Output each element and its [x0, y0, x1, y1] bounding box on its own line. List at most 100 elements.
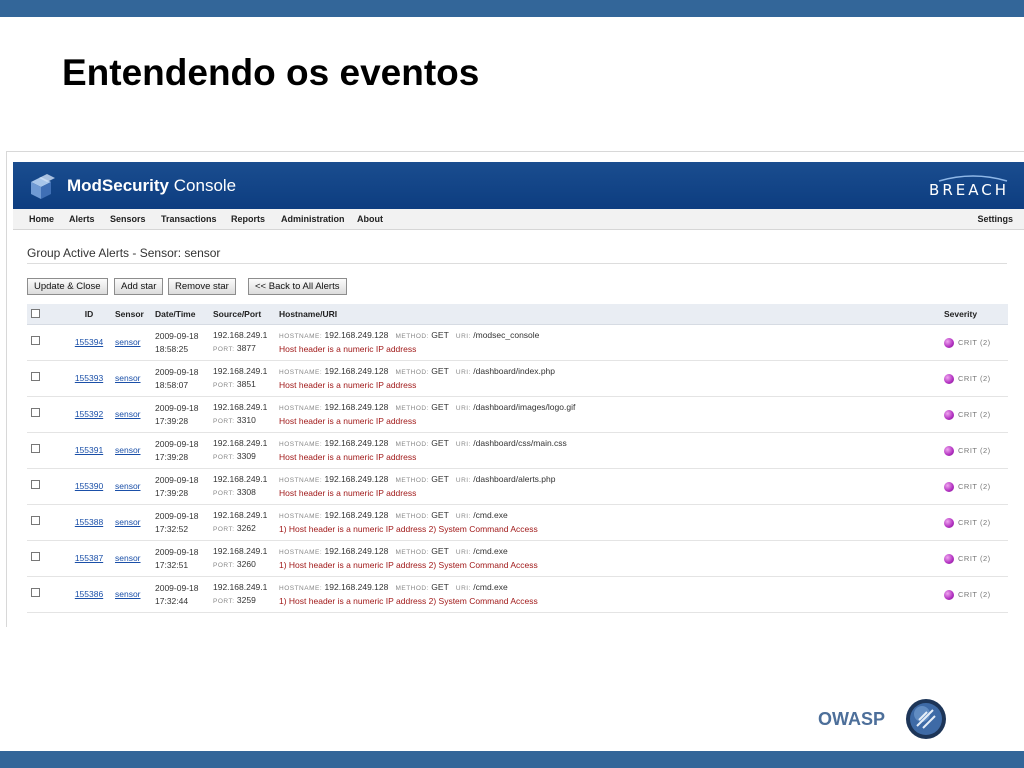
sensor-link[interactable]: sensor	[115, 337, 141, 347]
source-ip: 192.168.249.1	[213, 546, 268, 556]
alert-id-link[interactable]: 155386	[75, 589, 103, 599]
row-checkbox[interactable]	[31, 480, 40, 489]
app-name-bold: ModSecurity	[67, 176, 170, 195]
row-select-cell	[27, 324, 67, 361]
severity-dot-icon	[944, 445, 954, 456]
row-select-cell	[27, 468, 67, 505]
severity-dot-icon	[944, 337, 954, 348]
hostname-uri-cell: HOSTNAME: 192.168.249.128 METHOD: GET UR…	[275, 576, 940, 613]
sensor-link[interactable]: sensor	[115, 553, 141, 563]
sensor-link[interactable]: sensor	[115, 445, 141, 455]
alert-date: 2009-09-18	[155, 402, 199, 413]
source-header[interactable]: Source/Port	[209, 304, 275, 325]
alert-time: 18:58:25	[155, 343, 189, 354]
hostname-value: 192.168.249.128	[325, 625, 389, 628]
table-row[interactable]: 155386 sensor 2009-09-18 17:32:44 192.168.24…	[27, 576, 1008, 613]
sensor-cell	[111, 612, 151, 627]
back-to-all-alerts-button[interactable]: << Back to All Alerts	[248, 278, 347, 295]
alert-message: Host header is a numeric IP address	[279, 344, 417, 354]
source-ip: 192.168.249.1	[213, 624, 271, 627]
table-row[interactable]: 2009-09-18 192.168.249.1 HOSTNAME: 192.168…	[27, 612, 1008, 628]
sensor-header[interactable]: Sensor	[111, 304, 151, 325]
row-checkbox[interactable]	[31, 408, 40, 417]
method-value: GET	[431, 366, 449, 376]
sensor-link[interactable]: sensor	[115, 517, 141, 527]
hostname-caption: HOSTNAME:	[279, 369, 323, 376]
method-caption: METHOD:	[395, 369, 429, 376]
nav-settings[interactable]: Settings	[977, 214, 1013, 224]
sensor-link[interactable]: sensor	[115, 481, 141, 491]
source-cell: 192.168.249.1 PORT: 3308	[209, 468, 275, 505]
uri-caption: URI:	[455, 441, 471, 448]
datetime-header[interactable]: Date/Time	[151, 304, 209, 325]
id-header[interactable]: ID	[67, 304, 111, 325]
row-checkbox[interactable]	[31, 516, 40, 525]
alert-id-link[interactable]: 155388	[75, 517, 103, 527]
method-caption: METHOD:	[395, 441, 429, 448]
alert-time: 17:39:28	[155, 415, 189, 426]
alert-message: Host header is a numeric IP address	[279, 416, 417, 426]
alert-message: Host header is a numeric IP address	[279, 380, 417, 390]
severity-header[interactable]: Severity	[940, 304, 1008, 325]
alert-id-link[interactable]: 155391	[75, 445, 103, 455]
row-select-cell	[27, 360, 67, 397]
alerts-table: ID Sensor Date/Time Source/Port Hostname…	[27, 304, 1008, 627]
row-checkbox[interactable]	[31, 444, 40, 453]
source-cell: 192.168.249.1 PORT: 3877	[209, 324, 275, 361]
sensor-cell: sensor	[111, 432, 151, 469]
app-header: ModSecurity Console BREACH	[13, 162, 1024, 209]
table-row[interactable]: 155391 sensor 2009-09-18 17:39:28 192.168.24…	[27, 432, 1008, 469]
update-close-button[interactable]: Update & Close	[27, 278, 108, 295]
port-caption: PORT:	[213, 598, 235, 605]
port-caption: PORT:	[213, 418, 235, 425]
row-select-cell	[27, 540, 67, 577]
uri-caption: URI:	[455, 333, 471, 340]
alert-date: 2009-09-18	[155, 624, 205, 627]
table-row[interactable]: 155394 sensor 2009-09-18 18:58:25 192.168.24…	[27, 324, 1008, 361]
hostname-header[interactable]: Hostname/URI	[275, 304, 940, 325]
table-row[interactable]: 155387 sensor 2009-09-18 17:32:51 192.168.24…	[27, 540, 1008, 577]
alert-id-link[interactable]: 155387	[75, 553, 103, 563]
uri-value: /dashboard/alerts.php	[473, 474, 556, 484]
nav-home[interactable]: Home	[29, 214, 54, 224]
row-checkbox[interactable]	[31, 588, 40, 597]
port-caption: PORT:	[213, 454, 235, 461]
nav-alerts[interactable]: Alerts	[69, 214, 95, 224]
row-checkbox[interactable]	[31, 336, 40, 345]
nav-administration[interactable]: Administration	[281, 214, 345, 224]
row-checkbox[interactable]	[31, 552, 40, 561]
alert-id-link[interactable]: 155394	[75, 337, 103, 347]
source-cell: 192.168.249.1 PORT: 3310	[209, 396, 275, 433]
sensor-link[interactable]: sensor	[115, 409, 141, 419]
nav-transactions[interactable]: Transactions	[161, 214, 217, 224]
add-star-button[interactable]: Add star	[114, 278, 164, 295]
hostname-caption: HOSTNAME:	[279, 477, 323, 484]
nav-sensors[interactable]: Sensors	[110, 214, 146, 224]
table-row[interactable]: 155393 sensor 2009-09-18 18:58:07 192.168.24…	[27, 360, 1008, 397]
alert-id-link[interactable]: 155393	[75, 373, 103, 383]
source-port: 3259	[236, 595, 256, 605]
row-select-cell	[27, 576, 67, 613]
severity-cell: CRIT (2)	[940, 396, 1008, 433]
nav-reports[interactable]: Reports	[231, 214, 265, 224]
alert-id-link[interactable]: 155392	[75, 409, 103, 419]
table-row[interactable]: 155388 sensor 2009-09-18 17:32:52 192.168.24…	[27, 504, 1008, 541]
table-row[interactable]: 155390 sensor 2009-09-18 17:39:28 192.168.24…	[27, 468, 1008, 505]
severity-label: CRIT (2)	[958, 446, 991, 456]
nav-about[interactable]: About	[357, 214, 383, 224]
alert-id-cell: 155394	[67, 324, 111, 361]
row-checkbox[interactable]	[31, 372, 40, 381]
table-row[interactable]: 155392 sensor 2009-09-18 17:39:28 192.168.24…	[27, 396, 1008, 433]
slide-title: Entendendo os eventos	[62, 52, 480, 93]
select-all-checkbox[interactable]	[31, 308, 40, 318]
alert-id-cell: 155390	[67, 468, 111, 505]
alert-id-link[interactable]: 155390	[75, 481, 103, 491]
sensor-link[interactable]: sensor	[115, 373, 141, 383]
remove-star-button[interactable]: Remove star	[168, 278, 236, 295]
uri-value: /cmd.exe	[473, 625, 508, 628]
sensor-link[interactable]: sensor	[115, 589, 141, 599]
main-nav: Home Alerts Sensors Transactions Reports…	[13, 209, 1024, 230]
uri-value: /modsec_console	[473, 330, 540, 340]
slide-bottom-bar	[0, 751, 1024, 768]
sensor-cell: sensor	[111, 324, 151, 361]
